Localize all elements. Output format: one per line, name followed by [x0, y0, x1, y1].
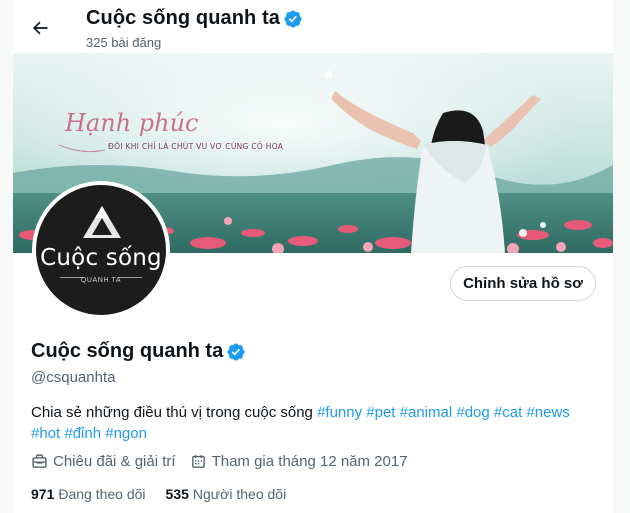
- header-title: Cuộc sống quanh ta: [86, 7, 281, 29]
- joined-label: Tham gia tháng 12 năm 2017: [211, 453, 408, 470]
- follow-stats: 971 Đang theo dõi 535 Người theo dõi: [31, 486, 306, 502]
- top-bar: Cuộc sống quanh ta 325 bài đăng: [13, 0, 613, 53]
- verified-badge-icon[interactable]: [226, 342, 246, 362]
- profile-avatar[interactable]: Cuộc sống QUANH TA: [32, 181, 170, 319]
- profile-column: Cuộc sống quanh ta 325 bài đăng Hạnh phú…: [13, 0, 613, 513]
- hashtag-link[interactable]: #animal: [400, 404, 453, 421]
- logo-mountain-icon: [83, 206, 121, 238]
- hashtag-link[interactable]: #dog: [456, 404, 489, 421]
- followers-link[interactable]: 535 Người theo dõi: [166, 486, 287, 502]
- briefcase-icon: [32, 454, 47, 468]
- page: Cuộc sống quanh ta 325 bài đăng Hạnh phú…: [0, 0, 630, 513]
- followers-count: 535: [165, 486, 189, 502]
- back-button[interactable]: [24, 12, 56, 44]
- hashtag-link[interactable]: #hot: [31, 425, 60, 442]
- profile-category: Chiêu đãi & giải trí: [31, 453, 176, 470]
- profile-joined: Tham gia tháng 12 năm 2017: [190, 453, 408, 470]
- hashtag-link[interactable]: #funny: [317, 404, 362, 421]
- profile-bio: Chia sẻ những điều thú vị trong cuộc sốn…: [31, 402, 601, 444]
- following-label: Đang theo dõi: [58, 486, 146, 502]
- profile-name-row: Cuộc sống quanh ta: [31, 340, 246, 363]
- banner-script-text: Hạnh phúc: [64, 109, 199, 137]
- hashtag-link[interactable]: #đỉnh: [64, 425, 101, 442]
- back-arrow-icon: [32, 21, 48, 35]
- avatar-logo-subtext: QUANH TA: [80, 277, 122, 284]
- profile-meta: Chiêu đãi & giải trí Tham gia tháng 12 n…: [31, 453, 422, 470]
- hashtag-link[interactable]: #cat: [494, 404, 522, 421]
- avatar-image: Cuộc sống QUANH TA: [36, 185, 166, 315]
- post-count: 325 bài đăng: [86, 35, 162, 50]
- following-link[interactable]: 971 Đang theo dõi: [31, 486, 146, 502]
- bio-text: Chia sẻ những điều thú vị trong cuộc sốn…: [31, 404, 313, 421]
- profile-handle: @csquanhta: [31, 369, 116, 386]
- following-count: 971: [31, 486, 55, 502]
- verified-badge-icon: [283, 9, 303, 29]
- hashtag-link[interactable]: #pet: [366, 404, 395, 421]
- edit-profile-button[interactable]: Chỉnh sửa hồ sơ: [450, 266, 596, 301]
- banner-caption-text: ĐÔI KHI CHỈ LÀ CHÚT VU VƠ CÙNG CỎ HOA: [108, 141, 284, 151]
- avatar-logo-text: Cuộc sống: [40, 245, 162, 271]
- calendar-icon: [191, 455, 205, 468]
- profile-name: Cuộc sống quanh ta: [31, 340, 224, 362]
- hashtag-link[interactable]: #news: [526, 404, 569, 421]
- hashtag-link[interactable]: #ngon: [105, 425, 147, 442]
- category-label: Chiêu đãi & giải trí: [53, 453, 176, 470]
- followers-label: Người theo dõi: [192, 486, 287, 502]
- header-title-row: Cuộc sống quanh ta: [86, 7, 303, 30]
